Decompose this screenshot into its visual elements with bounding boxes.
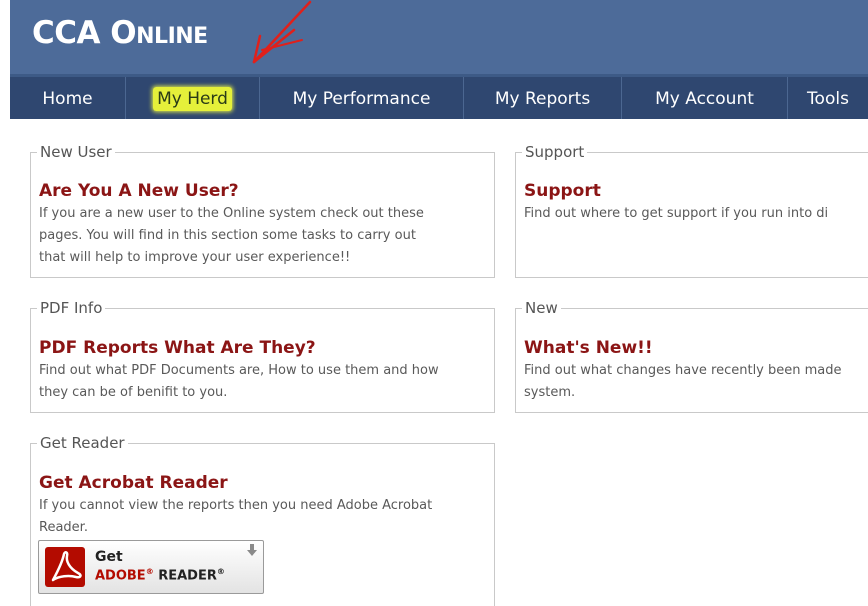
get-adobe-reader-button[interactable]: Get ADOBE® READER® [38, 540, 264, 594]
nav-tools[interactable]: Tools [788, 77, 868, 119]
pdf-reports-link[interactable]: PDF Reports What Are They? [39, 337, 316, 359]
get-acrobat-reader-link[interactable]: Get Acrobat Reader [39, 472, 228, 494]
panel-legend: New User [37, 142, 115, 162]
panel-description-line: that will help to improve your user expe… [39, 250, 351, 265]
nav-home[interactable]: Home [10, 77, 126, 119]
panel-pdf-info: PDF Info PDF Reports What Are They? Find… [30, 298, 495, 413]
panel-legend: New [522, 298, 561, 318]
panel-legend: Support [522, 142, 588, 162]
panel-description-line: Find out where to get support if you run… [524, 206, 829, 221]
nav-tools-label: Tools [807, 89, 849, 109]
nav-my-reports[interactable]: My Reports [464, 77, 622, 119]
panel-description-line: they can be of benifit to you. [39, 385, 228, 400]
annotation-arrow-icon [252, 0, 312, 64]
site-header: CCA Online [10, 0, 868, 74]
nav-my-herd-label: My Herd [153, 87, 232, 111]
panel-description-line: If you are a new user to the Online syst… [39, 206, 424, 221]
panel-description-line: system. [524, 385, 576, 400]
nav-my-account-label: My Account [655, 89, 754, 109]
panel-description-line: If you cannot view the reports then you … [39, 498, 433, 513]
panel-new: New What's New!! Find out what changes h… [515, 298, 868, 413]
nav-my-account[interactable]: My Account [622, 77, 788, 119]
whats-new-link[interactable]: What's New!! [524, 337, 653, 359]
badge-registered-mark: ® [145, 567, 154, 576]
download-arrow-icon [247, 544, 257, 556]
badge-adobe-reader-text: ADOBE® READER® [95, 567, 225, 583]
badge-adobe-word: ADOBE [95, 568, 146, 584]
panel-support: Support Support Find out where to get su… [515, 142, 868, 278]
nav-my-performance[interactable]: My Performance [260, 77, 464, 119]
nav-home-label: Home [42, 89, 93, 109]
nav-my-reports-label: My Reports [494, 89, 591, 109]
panel-description-line: Find out what changes have recently been… [524, 363, 842, 378]
panel-description-line: pages. You will find in this section som… [39, 228, 416, 243]
nav-my-herd[interactable]: My Herd [126, 77, 260, 119]
panel-description-line: Reader. [39, 520, 88, 535]
support-link[interactable]: Support [524, 180, 601, 202]
panel-new-user: New User Are You A New User? If you are … [30, 142, 495, 278]
panel-description-line: Find out what PDF Documents are, How to … [39, 363, 439, 378]
badge-get-text: Get [95, 549, 123, 565]
panel-legend: PDF Info [37, 298, 106, 318]
new-user-link[interactable]: Are You A New User? [39, 180, 239, 202]
nav-my-performance-label: My Performance [292, 89, 431, 109]
badge-reader-word: READER [153, 568, 217, 584]
badge-registered-mark: ® [216, 567, 225, 576]
page: CCA Online Home My Herd My Performance M… [0, 0, 868, 606]
main-nav: Home My Herd My Performance My Reports M… [10, 74, 868, 119]
panel-legend: Get Reader [37, 433, 128, 453]
site-logo[interactable]: CCA Online [32, 18, 208, 49]
adobe-reader-logo-icon [45, 547, 85, 587]
